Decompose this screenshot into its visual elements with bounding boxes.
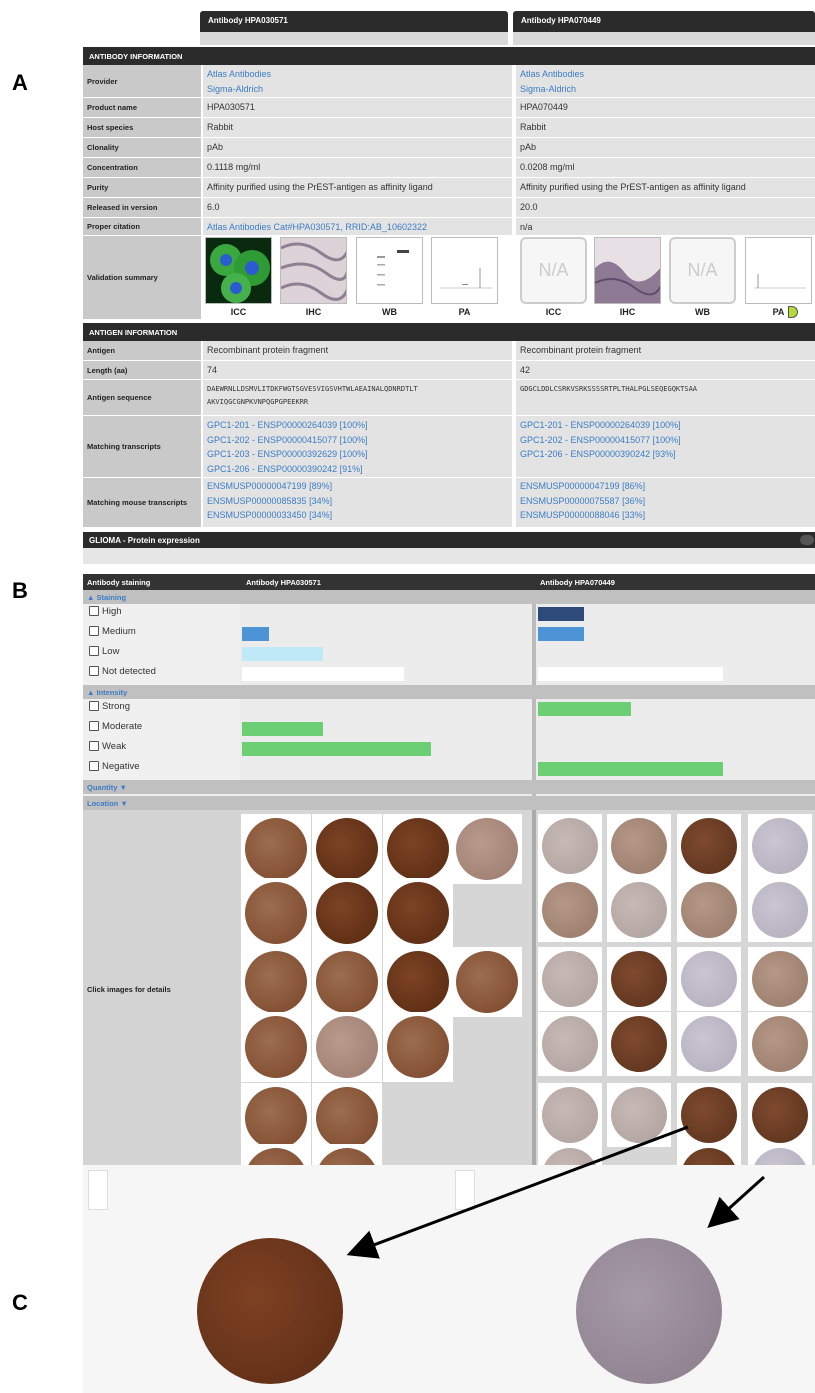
arrow-1 <box>346 1125 689 1259</box>
arrows <box>346 1125 766 1259</box>
arrow-2 <box>707 1175 766 1229</box>
